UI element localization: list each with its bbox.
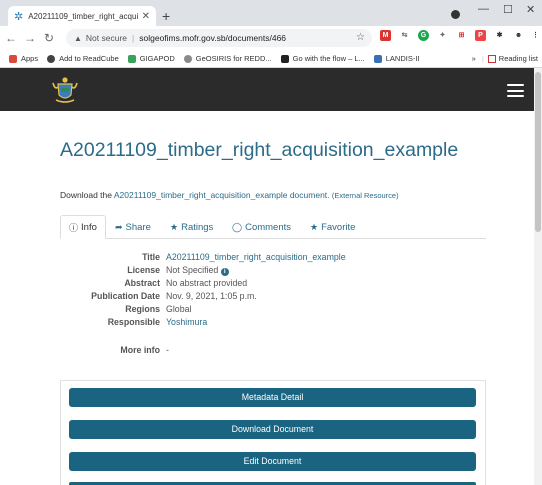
reading-list-label[interactable]: Reading list	[499, 54, 538, 63]
forward-icon[interactable]: →	[22, 31, 38, 45]
info-value[interactable]: Yoshimura	[166, 317, 207, 327]
browser-tab[interactable]: ✲ A20211109_timber_right_acquisit ✕	[8, 6, 156, 26]
extension-icon[interactable]: ⊞	[456, 30, 467, 41]
divider: |	[481, 54, 484, 63]
star-icon: ★	[310, 221, 319, 232]
download-line: Download the A20211109_timber_right_acqu…	[60, 190, 399, 200]
tab-favorite[interactable]: ★ Favorite	[302, 215, 363, 239]
browser-tabstrip: ✲ A20211109_timber_right_acquisit ✕ + — …	[0, 0, 542, 26]
info-label: Publication Date	[91, 291, 160, 301]
back-icon[interactable]: ←	[3, 31, 19, 45]
bookmark-label: Apps	[21, 54, 39, 63]
info-label: More info	[120, 345, 160, 355]
site-header	[0, 68, 542, 111]
profile-icon[interactable]	[451, 10, 460, 19]
minimize-icon[interactable]: —	[478, 3, 489, 15]
browser-tab-title: A20211109_timber_right_acquisit	[28, 11, 138, 21]
reload-icon[interactable]: ↻	[41, 31, 57, 45]
warning-icon: ▲	[74, 33, 82, 43]
tab-share[interactable]: ➦ Share	[107, 215, 159, 239]
gigapod-icon	[127, 54, 136, 63]
extension-icon[interactable]: P	[475, 30, 486, 41]
reading-list-icon	[487, 54, 496, 63]
info-label: Regions	[125, 304, 160, 314]
extension-icon[interactable]: M	[380, 30, 391, 41]
external-resource-label: (External Resource)	[331, 191, 399, 200]
bookmark-label: GIGAPOD	[139, 54, 175, 63]
site-favicon-icon: ✲	[14, 10, 24, 23]
bookmark-label: GeOSIRIS for REDD...	[195, 54, 272, 63]
tab-label: Ratings	[181, 221, 214, 233]
url-text: solgeofims.mofr.gov.sb/documents/466	[139, 33, 287, 43]
tab-label: Favorite	[321, 221, 356, 233]
tab-comments[interactable]: ◯ Comments	[224, 215, 299, 239]
landis-icon	[373, 54, 382, 63]
license-value: Not Specified	[166, 265, 219, 275]
info-label: License	[127, 265, 160, 275]
actions-panel: Metadata Detail Download Document Edit D…	[60, 380, 486, 485]
info-label: Responsible	[107, 317, 160, 327]
address-bar[interactable]: ▲ Not secure | solgeofims.mofr.gov.sb/do…	[66, 29, 372, 47]
new-tab-icon[interactable]: +	[162, 8, 170, 24]
avatar[interactable]: ☻	[513, 30, 524, 41]
download-prefix: Download the	[60, 190, 112, 200]
info-circle-icon[interactable]: i	[220, 268, 229, 276]
bookmark-item[interactable]: GeOSIRIS for REDD...	[183, 54, 272, 63]
download-document-button[interactable]: Download Document	[69, 420, 476, 439]
metadata-detail-button[interactable]: Metadata Detail	[69, 388, 476, 407]
edit-document-button[interactable]: Edit Document	[69, 452, 476, 471]
tab-label: Comments	[245, 221, 292, 233]
tab-ratings[interactable]: ★ Ratings	[162, 215, 221, 239]
geosiris-icon	[183, 54, 192, 63]
bookmarks-right: » | Reading list	[472, 54, 538, 63]
info-label: Abstract	[124, 278, 160, 288]
comment-icon: ◯	[232, 221, 243, 232]
url-separator: |	[132, 33, 135, 43]
info-circle-icon: ⓘ	[69, 222, 79, 233]
puzzle-icon[interactable]: ✱	[494, 30, 505, 41]
bookmark-label: Go with the flow – L...	[292, 54, 365, 63]
info-value: -	[166, 345, 169, 355]
bookmark-item[interactable]: Apps	[9, 54, 38, 63]
coat-of-arms-logo[interactable]	[50, 75, 80, 105]
close-tab-icon[interactable]: ✕	[142, 11, 150, 22]
info-value: No abstract provided	[166, 278, 248, 288]
flow-icon	[280, 54, 289, 63]
menu-dots-icon[interactable]: ⋮	[530, 30, 541, 41]
bookmark-label: Add to ReadCube	[59, 54, 119, 63]
apps-grid-icon	[9, 54, 17, 63]
extension-icon[interactable]: ⇆	[399, 30, 410, 41]
readcube-icon	[47, 54, 56, 63]
tab-label: Info	[81, 221, 97, 233]
window-close-icon[interactable]: ✕	[526, 3, 535, 16]
page-scrollbar[interactable]	[534, 68, 542, 485]
tab-label: Share	[125, 221, 151, 233]
bookmark-star-icon[interactable]: ☆	[356, 32, 365, 43]
info-value: Global	[166, 304, 192, 314]
share-arrow-icon: ➦	[115, 221, 123, 232]
bookmark-item[interactable]: LANDIS-II	[373, 54, 420, 63]
download-link[interactable]: A20211109_timber_right_acquisition_examp…	[114, 190, 330, 200]
info-value: Nov. 9, 2021, 1:05 p.m.	[166, 291, 257, 301]
tab-info[interactable]: ⓘ Info	[60, 215, 106, 239]
extension-icon[interactable]: G	[418, 30, 429, 41]
bookmarks-bar: Apps Add to ReadCube GIGAPOD GeOSIRIS fo…	[0, 50, 542, 68]
scrollbar-thumb[interactable]	[535, 72, 541, 232]
bookmark-item[interactable]: Add to ReadCube	[47, 54, 119, 63]
extension-icon[interactable]: ✦	[437, 30, 448, 41]
maximize-icon[interactable]: ☐	[503, 3, 513, 16]
bookmarks-overflow-icon[interactable]: »	[472, 54, 476, 63]
info-label: Title	[142, 252, 160, 262]
bookmark-item[interactable]: GIGAPOD	[127, 54, 175, 63]
document-tabs: ⓘ Info ➦ Share ★ Ratings ◯ Comments ★ Fa…	[60, 215, 486, 239]
star-icon: ★	[170, 221, 179, 232]
page-title: A20211109_timber_right_acquisition_examp…	[60, 139, 459, 161]
bookmark-label: LANDIS-II	[385, 54, 420, 63]
security-status: Not secure	[85, 33, 128, 43]
info-value: Not Specified i	[166, 265, 229, 276]
info-value[interactable]: A20211109_timber_right_acquisition_examp…	[166, 252, 346, 262]
menu-hamburger-icon[interactable]	[507, 84, 524, 97]
bookmark-item[interactable]: Go with the flow – L...	[280, 54, 365, 63]
